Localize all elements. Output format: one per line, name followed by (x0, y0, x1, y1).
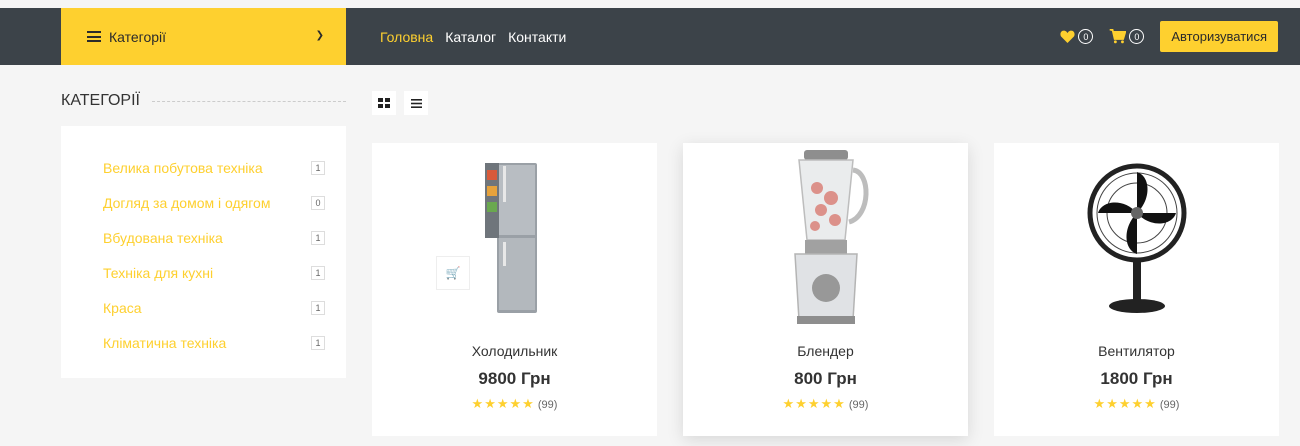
product-image[interactable] (372, 143, 657, 333)
sidebar-title: КАТЕГОРІЇ (61, 92, 346, 110)
star-icons: ★★★★★ (471, 396, 535, 411)
product-image[interactable] (683, 143, 968, 333)
product-name[interactable]: Холодильник (372, 343, 657, 359)
product-rating: ★★★★★ (99) (372, 396, 657, 412)
category-name: Велика побутова техніка (103, 159, 263, 176)
cart-icon: 🛒 (445, 266, 461, 280)
cart-icon (1110, 29, 1127, 44)
sidebar-title-text: КАТЕГОРІЇ (61, 92, 140, 109)
product-price: 1800 Грн (1100, 369, 1173, 388)
category-item[interactable]: Техніка для кухні 1 (61, 255, 346, 290)
category-item[interactable]: Велика побутова техніка 1 (61, 150, 346, 185)
star-icons: ★★★★★ (782, 396, 846, 411)
review-count: (99) (848, 399, 869, 411)
category-name: Кліматична техніка (103, 334, 227, 351)
fridge-icon (484, 163, 537, 313)
product-name[interactable]: Блендер (683, 343, 968, 359)
category-count: 1 (311, 300, 325, 315)
nav-home[interactable]: Головна (380, 29, 433, 45)
list-icon (410, 98, 422, 108)
chevron-down-icon: ❯ (315, 30, 324, 41)
product-name[interactable]: Вентилятор (994, 343, 1279, 359)
grid-view-button[interactable] (372, 91, 396, 115)
category-item[interactable]: Вбудована техніка 1 (61, 220, 346, 255)
categories-dropdown-toggle[interactable]: Категорії ❯ (61, 8, 346, 65)
category-item[interactable]: Кліматична техніка 1 (61, 325, 346, 360)
category-name: Техніка для кухні (103, 264, 214, 281)
nav-contacts[interactable]: Контакти (508, 29, 566, 45)
main-nav: Головна Каталог Контакти (380, 8, 566, 65)
wishlist-count-badge: 0 (1078, 29, 1094, 44)
list-view-button[interactable] (404, 91, 428, 115)
category-count: 0 (311, 195, 325, 210)
category-name: Краса (103, 299, 142, 316)
category-list: Велика побутова техніка 1 Догляд за домом… (61, 126, 346, 378)
header-tools: 0 0 Авторизуватися (1060, 8, 1278, 65)
product-price: 9800 Грн (478, 369, 551, 388)
wishlist-button[interactable]: 0 (1060, 29, 1094, 44)
category-count: 1 (311, 160, 325, 175)
review-count: (99) (1159, 399, 1180, 411)
product-rating: ★★★★★ (99) (994, 396, 1279, 412)
cart-button[interactable]: 0 (1109, 29, 1145, 44)
product-price: 800 Грн (794, 369, 857, 388)
category-item[interactable]: Догляд за домом і одягом 0 (61, 185, 346, 220)
add-to-cart-button[interactable]: 🛒 (436, 256, 470, 290)
category-count: 1 (311, 230, 325, 245)
fan-icon (1087, 163, 1186, 313)
categories-label: Категорії (109, 28, 167, 45)
category-name: Вбудована техніка (103, 229, 223, 246)
title-divider (151, 100, 346, 102)
category-count: 1 (311, 335, 325, 350)
category-count: 1 (311, 265, 325, 280)
grid-icon (378, 98, 390, 108)
category-name: Догляд за домом і одягом (103, 194, 271, 211)
top-navbar: Категорії ❯ Головна Каталог Контакти 0 0… (0, 8, 1300, 65)
blender-icon (793, 150, 868, 324)
review-count: (99) (537, 399, 558, 411)
product-image[interactable] (994, 143, 1279, 333)
cart-count-badge: 0 (1129, 29, 1145, 44)
login-button[interactable]: Авторизуватися (1160, 21, 1278, 52)
category-item[interactable]: Краса 1 (61, 290, 346, 325)
menu-icon (87, 31, 101, 42)
star-icons: ★★★★★ (1093, 396, 1157, 411)
product-card[interactable]: 🛒 Холодильник 9800 Грн ★★★★★ (99) (372, 143, 657, 436)
product-card[interactable]: Вентилятор 1800 Грн ★★★★★ (99) (994, 143, 1279, 436)
heart-icon (1060, 30, 1075, 43)
product-card[interactable]: Блендер 800 Грн ★★★★★ (99) (683, 143, 968, 436)
nav-catalog[interactable]: Каталог (445, 29, 496, 45)
product-rating: ★★★★★ (99) (683, 396, 968, 412)
view-toggle (372, 91, 428, 115)
